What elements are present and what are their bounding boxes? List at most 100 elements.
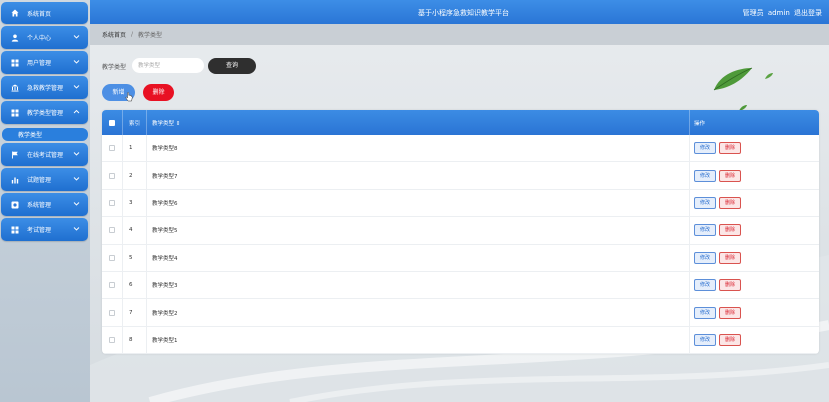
row-index: 7 bbox=[122, 299, 146, 326]
edit-button[interactable]: 修改 bbox=[694, 279, 716, 292]
row-select-cell bbox=[102, 254, 122, 261]
edit-button[interactable]: 修改 bbox=[694, 196, 716, 209]
row-select-cell bbox=[102, 336, 122, 343]
edit-button[interactable]: 修改 bbox=[694, 251, 716, 264]
sidebar-item-system[interactable]: 系统管理 bbox=[1, 193, 88, 216]
table-row: 3 教学类型6 修改 删除 bbox=[102, 189, 819, 218]
column-header-type[interactable]: 教学类型 ⇕ bbox=[146, 110, 689, 135]
delete-button[interactable]: 删除 bbox=[143, 84, 174, 101]
bank-icon bbox=[11, 84, 19, 92]
sidebar-item-label: 系统首页 bbox=[27, 10, 52, 18]
sidebar-item-label: 个人中心 bbox=[27, 35, 52, 42]
row-checkbox[interactable] bbox=[109, 254, 115, 261]
sidebar-item-label: 试题管理 bbox=[27, 177, 52, 184]
select-all-checkbox[interactable] bbox=[109, 119, 115, 126]
grid-icon bbox=[11, 226, 19, 234]
search-input[interactable] bbox=[132, 58, 204, 73]
search-label: 教学类型 bbox=[102, 64, 127, 71]
sidebar-item-teaching-type[interactable]: 教学类型管理 bbox=[1, 101, 88, 124]
flag-icon bbox=[11, 151, 19, 159]
sidebar-item-users[interactable]: 用户管理 bbox=[1, 51, 88, 74]
leaf-icon bbox=[765, 73, 773, 79]
sidebar-subitem-teaching-type[interactable]: 教学类型 bbox=[2, 128, 88, 141]
row-delete-button[interactable]: 删除 bbox=[719, 333, 741, 346]
row-delete-button[interactable]: 删除 bbox=[719, 142, 741, 155]
edit-button[interactable]: 修改 bbox=[694, 169, 716, 182]
breadcrumb-current: 教学类型 bbox=[138, 32, 163, 39]
row-delete-button[interactable]: 删除 bbox=[719, 279, 741, 292]
sidebar-item-exam[interactable]: 考试管理 bbox=[1, 218, 88, 241]
row-delete-button[interactable]: 删除 bbox=[719, 224, 741, 237]
row-select-cell bbox=[102, 199, 122, 206]
query-button[interactable]: 查询 bbox=[208, 58, 256, 74]
person-icon bbox=[11, 34, 19, 42]
chevron-down-icon bbox=[73, 176, 80, 182]
row-type: 教学类型5 bbox=[146, 217, 689, 244]
mouse-cursor-icon bbox=[125, 92, 133, 102]
row-checkbox[interactable] bbox=[109, 145, 115, 152]
row-select-cell bbox=[102, 227, 122, 234]
row-actions: 修改 删除 bbox=[689, 299, 819, 326]
sidebar-item-label: 系统管理 bbox=[27, 202, 52, 209]
breadcrumb-home[interactable]: 系统首页 bbox=[102, 30, 126, 39]
chart-icon bbox=[11, 176, 19, 184]
sidebar-item-home[interactable]: 系统首页 bbox=[1, 2, 88, 24]
table-body: 1 教学类型8 修改 删除 2 教学类型7 修改 删除 3 教学类型6 修改 删… bbox=[102, 135, 819, 354]
sidebar-item-first-aid-teaching[interactable]: 急救教学管理 bbox=[1, 76, 88, 99]
chevron-down-icon bbox=[73, 34, 80, 40]
row-index: 2 bbox=[122, 162, 146, 189]
row-actions: 修改 删除 bbox=[689, 244, 819, 271]
row-index: 5 bbox=[122, 244, 146, 271]
row-delete-button[interactable]: 删除 bbox=[719, 169, 741, 182]
sidebar-item-label: 教学类型管理 bbox=[27, 110, 64, 117]
row-select-cell bbox=[102, 309, 122, 316]
select-all-cell bbox=[102, 119, 122, 126]
row-select-cell bbox=[102, 172, 122, 179]
row-checkbox[interactable] bbox=[109, 336, 115, 343]
home-icon bbox=[11, 9, 19, 17]
row-checkbox[interactable] bbox=[109, 282, 115, 289]
row-delete-button[interactable]: 删除 bbox=[719, 251, 741, 264]
row-actions: 修改 删除 bbox=[689, 189, 819, 217]
sidebar-item-label: 考试管理 bbox=[27, 227, 52, 234]
row-actions: 修改 删除 bbox=[689, 271, 819, 299]
row-type: 教学类型2 bbox=[146, 299, 689, 326]
grid-icon bbox=[11, 59, 19, 67]
chevron-up-icon bbox=[73, 109, 80, 115]
row-checkbox[interactable] bbox=[109, 172, 115, 179]
edit-button[interactable]: 修改 bbox=[694, 306, 716, 319]
edit-button[interactable]: 修改 bbox=[694, 142, 716, 155]
row-select-cell bbox=[102, 282, 122, 289]
user-area: 管理员 admin 退出登录 bbox=[741, 8, 822, 18]
row-checkbox[interactable] bbox=[109, 199, 115, 206]
app-title: 基于小程序急救知识教学平台 bbox=[418, 9, 509, 17]
sidebar-item-questions[interactable]: 试题管理 bbox=[1, 168, 88, 191]
row-index: 1 bbox=[122, 135, 146, 162]
row-checkbox[interactable] bbox=[109, 309, 115, 316]
username: admin bbox=[767, 9, 790, 17]
row-type: 教学类型6 bbox=[146, 189, 689, 217]
table-row: 1 教学类型8 修改 删除 bbox=[102, 135, 819, 163]
table-row: 5 教学类型4 修改 删除 bbox=[102, 244, 819, 272]
chevron-down-icon bbox=[73, 201, 80, 207]
user-role: 管理员 bbox=[742, 9, 764, 17]
row-select-cell bbox=[102, 145, 122, 152]
gear-icon bbox=[11, 201, 19, 209]
row-index: 3 bbox=[122, 189, 146, 217]
sidebar-item-profile[interactable]: 个人中心 bbox=[1, 26, 88, 49]
edit-button[interactable]: 修改 bbox=[694, 333, 716, 346]
row-type: 教学类型1 bbox=[146, 326, 689, 354]
row-checkbox[interactable] bbox=[109, 227, 115, 234]
table-row: 8 教学类型1 修改 删除 bbox=[102, 326, 819, 354]
top-header: 基于小程序急救知识教学平台 管理员 admin 退出登录 bbox=[90, 0, 829, 24]
logout-link[interactable]: 退出登录 bbox=[794, 9, 822, 17]
row-index: 6 bbox=[122, 271, 146, 299]
row-index: 4 bbox=[122, 217, 146, 244]
sidebar-item-online-exam[interactable]: 在线考试管理 bbox=[1, 143, 88, 166]
row-actions: 修改 删除 bbox=[689, 135, 819, 162]
edit-button[interactable]: 修改 bbox=[694, 224, 716, 237]
row-delete-button[interactable]: 删除 bbox=[719, 306, 741, 319]
table-row: 6 教学类型3 修改 删除 bbox=[102, 271, 819, 300]
row-delete-button[interactable]: 删除 bbox=[719, 196, 741, 209]
data-table: 索引 教学类型 ⇕ 操作 1 教学类型8 修改 删除 2 教学类型7 修改 删除… bbox=[102, 110, 819, 354]
